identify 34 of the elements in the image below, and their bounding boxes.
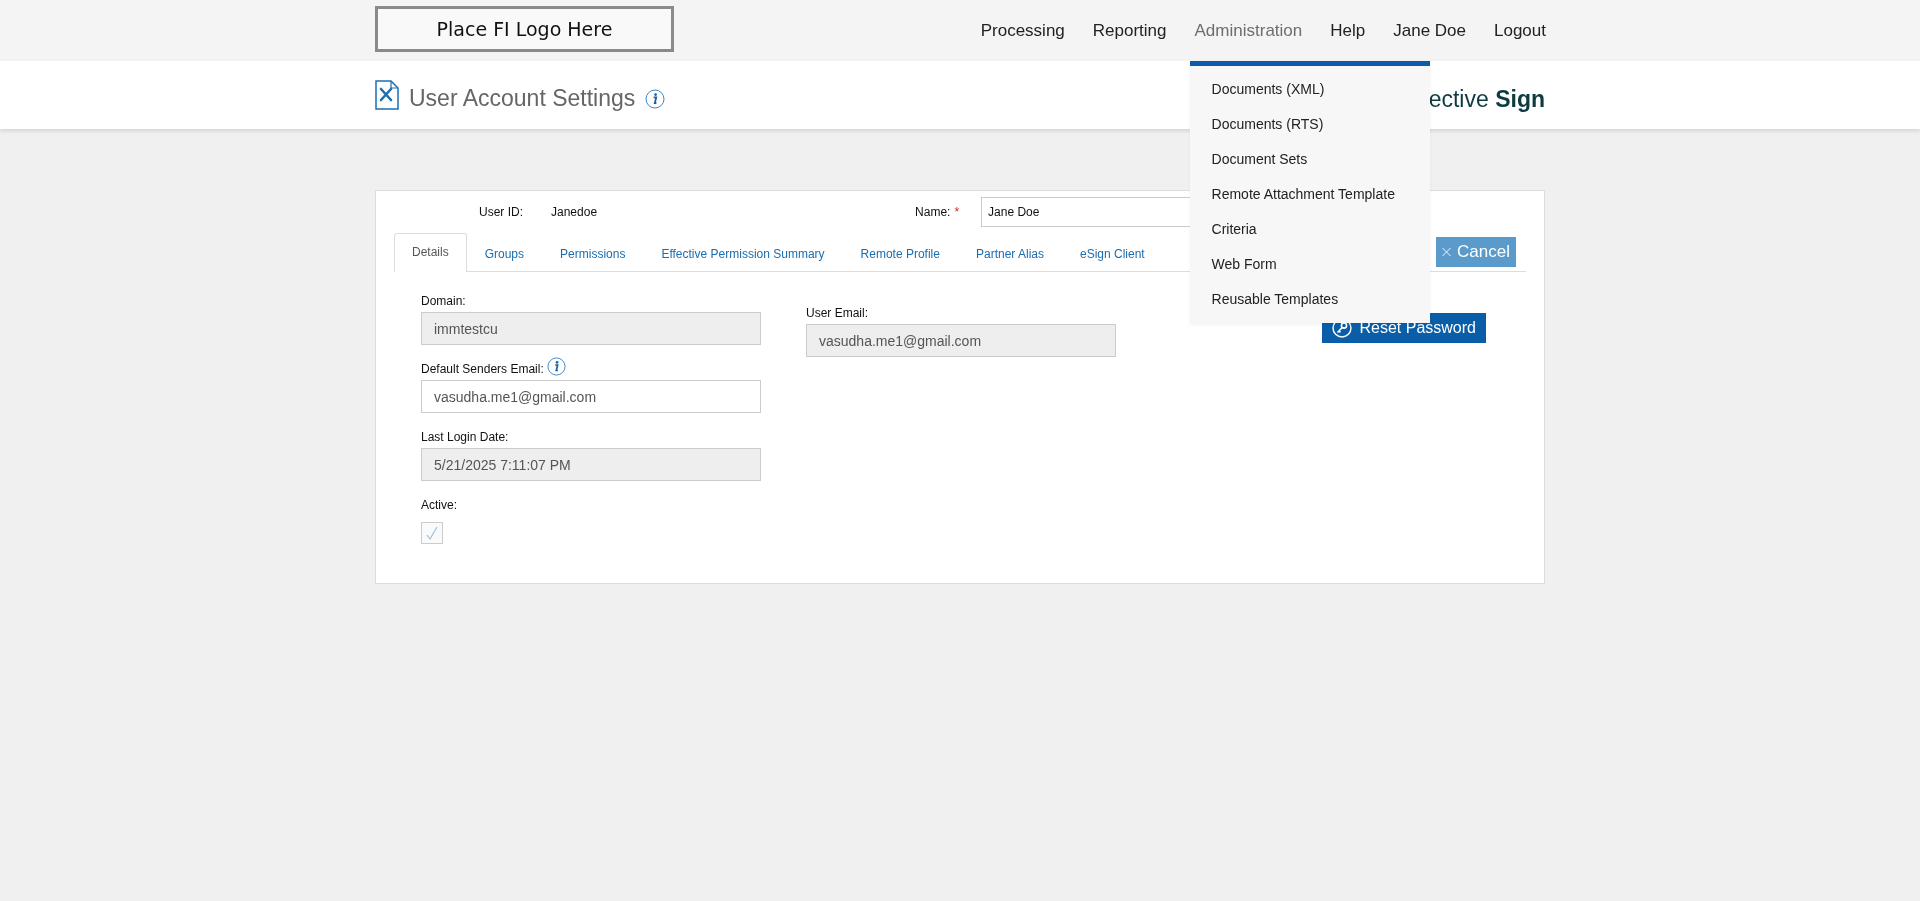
menu-item[interactable]: Documents (XML) — [1189, 71, 1430, 107]
field-label: Domain: — [421, 294, 466, 308]
tab[interactable]: Effective Permission Summary — [643, 235, 843, 272]
nav-link[interactable]: Processing — [966, 20, 1079, 41]
tab[interactable]: Remote Profile — [842, 235, 958, 272]
nav-link[interactable]: Reporting — [1078, 20, 1181, 41]
checkmark-icon — [425, 525, 439, 541]
menu-item[interactable]: Document Sets — [1189, 141, 1430, 177]
menu-item[interactable]: Documents (RTS) — [1189, 106, 1430, 142]
tab[interactable]: Details — [394, 233, 467, 272]
field-label: User ID: — [479, 205, 523, 219]
tab[interactable]: eSign Client — [1062, 235, 1163, 272]
field-label: Default Senders Email: — [421, 362, 544, 376]
page-title: User Account Settings — [409, 84, 636, 112]
info-icon[interactable] — [645, 88, 666, 109]
menu-item[interactable]: Web Form — [1189, 246, 1430, 282]
field-label: Last Login Date: — [421, 430, 509, 444]
text-field[interactable]: vasudha.me1@gmail.com — [421, 380, 761, 413]
logo-placeholder[interactable]: Place FI Logo Here — [375, 5, 674, 52]
tab[interactable]: Partner Alias — [957, 235, 1062, 272]
required-mark: * — [954, 205, 960, 219]
field-label: Name: — [915, 205, 951, 219]
user-id-value: Janedoe — [551, 205, 598, 219]
info-icon[interactable] — [546, 357, 566, 376]
tab[interactable]: Permissions — [542, 235, 644, 272]
tab[interactable]: Groups — [466, 235, 543, 272]
nav-link[interactable]: Jane Doe — [1379, 20, 1480, 41]
field-label: User Email: — [806, 306, 868, 320]
brand-name: ective Sign — [1428, 85, 1545, 113]
document-tools-icon — [375, 80, 399, 110]
nav-link[interactable]: Help — [1316, 20, 1380, 41]
nav-link[interactable]: Administration — [1180, 20, 1317, 41]
nav-link[interactable]: Logout — [1480, 20, 1560, 41]
field-label: Active: — [421, 498, 457, 512]
